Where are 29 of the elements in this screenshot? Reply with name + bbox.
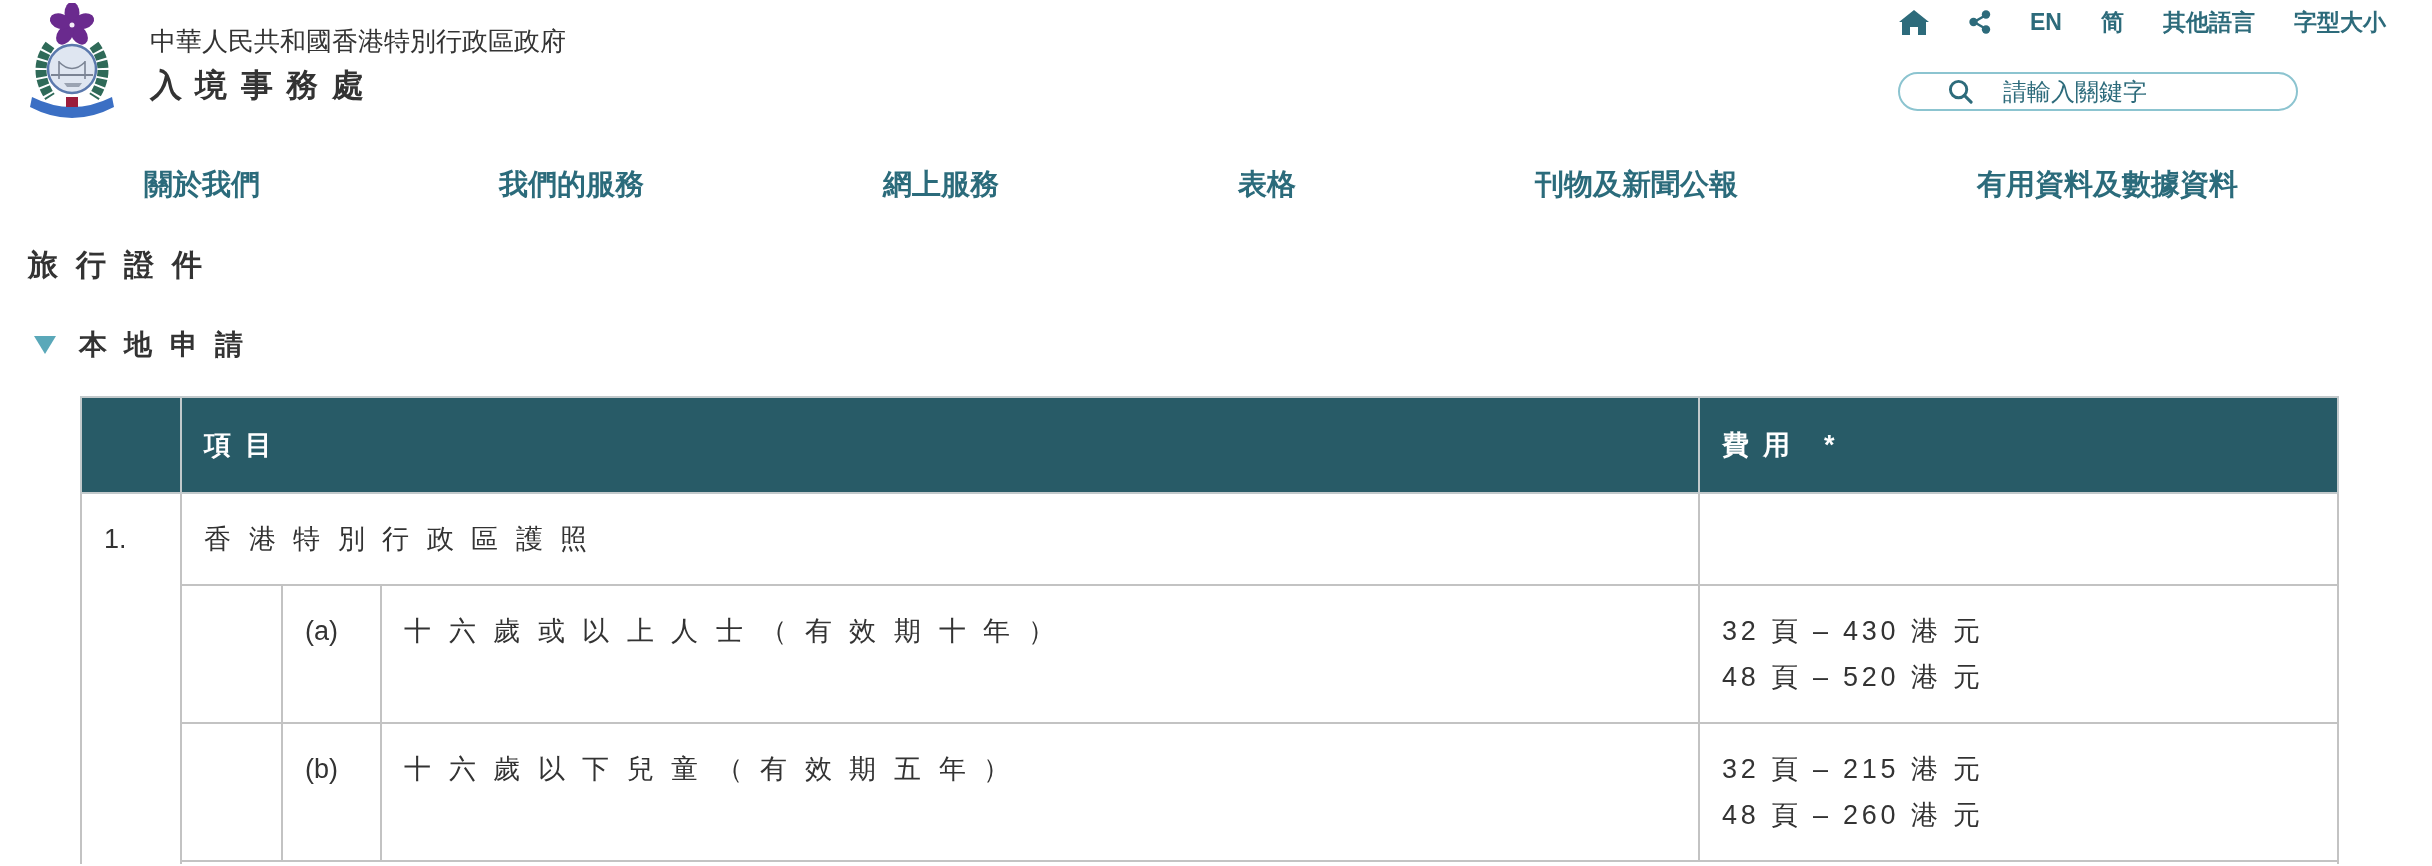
nav-link[interactable]: 我們的服務 (499, 166, 644, 202)
table-cell: 十六歲以下兒童（有效期五年） (381, 723, 1699, 861)
nav-link[interactable]: 關於我們 (144, 166, 260, 202)
utility-link[interactable]: 字型大小 (2293, 7, 2386, 37)
table-cell: 32 頁 – 430 港 元 48 頁 – 520 港 元 (1699, 585, 2338, 723)
utility-link[interactable]: EN (2030, 7, 2062, 37)
nav-link[interactable]: 表格 (1238, 166, 1296, 202)
nav-link[interactable]: 網上服務 (883, 166, 999, 202)
row-number: 1. (81, 493, 181, 864)
search-icon (1948, 79, 1973, 104)
share-icon[interactable] (1969, 10, 1991, 34)
utility-link[interactable]: 简 (2100, 7, 2124, 37)
table-cell: (a) (282, 585, 381, 723)
search-field[interactable]: 請輸入關鍵字 (1898, 72, 2298, 111)
column-header: 項目 (181, 397, 1699, 493)
page-title: 旅行證件 (28, 247, 220, 283)
crest-icon (28, 3, 116, 121)
section-toggle[interactable]: 本地申請 (34, 325, 261, 365)
nav-link[interactable]: 有用資料及數據資料 (1977, 166, 2238, 202)
table-cell: 香港特別行政區護照 (181, 493, 1699, 585)
utility-link[interactable]: 其他語言 (2162, 7, 2255, 37)
government-name: 中華人民共和國香港特別行政區政府 (150, 26, 566, 57)
table-cell: (b) (282, 723, 381, 861)
table-cell: 32 頁 – 215 港 元 48 頁 – 260 港 元 (1699, 723, 2338, 861)
table-cell: 十六歲或以上人士（有效期十年） (381, 585, 1699, 723)
department-name: 入境事務處 (150, 66, 379, 104)
nav-link[interactable]: 刊物及新聞公報 (1535, 166, 1738, 202)
column-header: 費用 * (1699, 397, 2338, 493)
home-icon[interactable] (1898, 9, 1930, 35)
